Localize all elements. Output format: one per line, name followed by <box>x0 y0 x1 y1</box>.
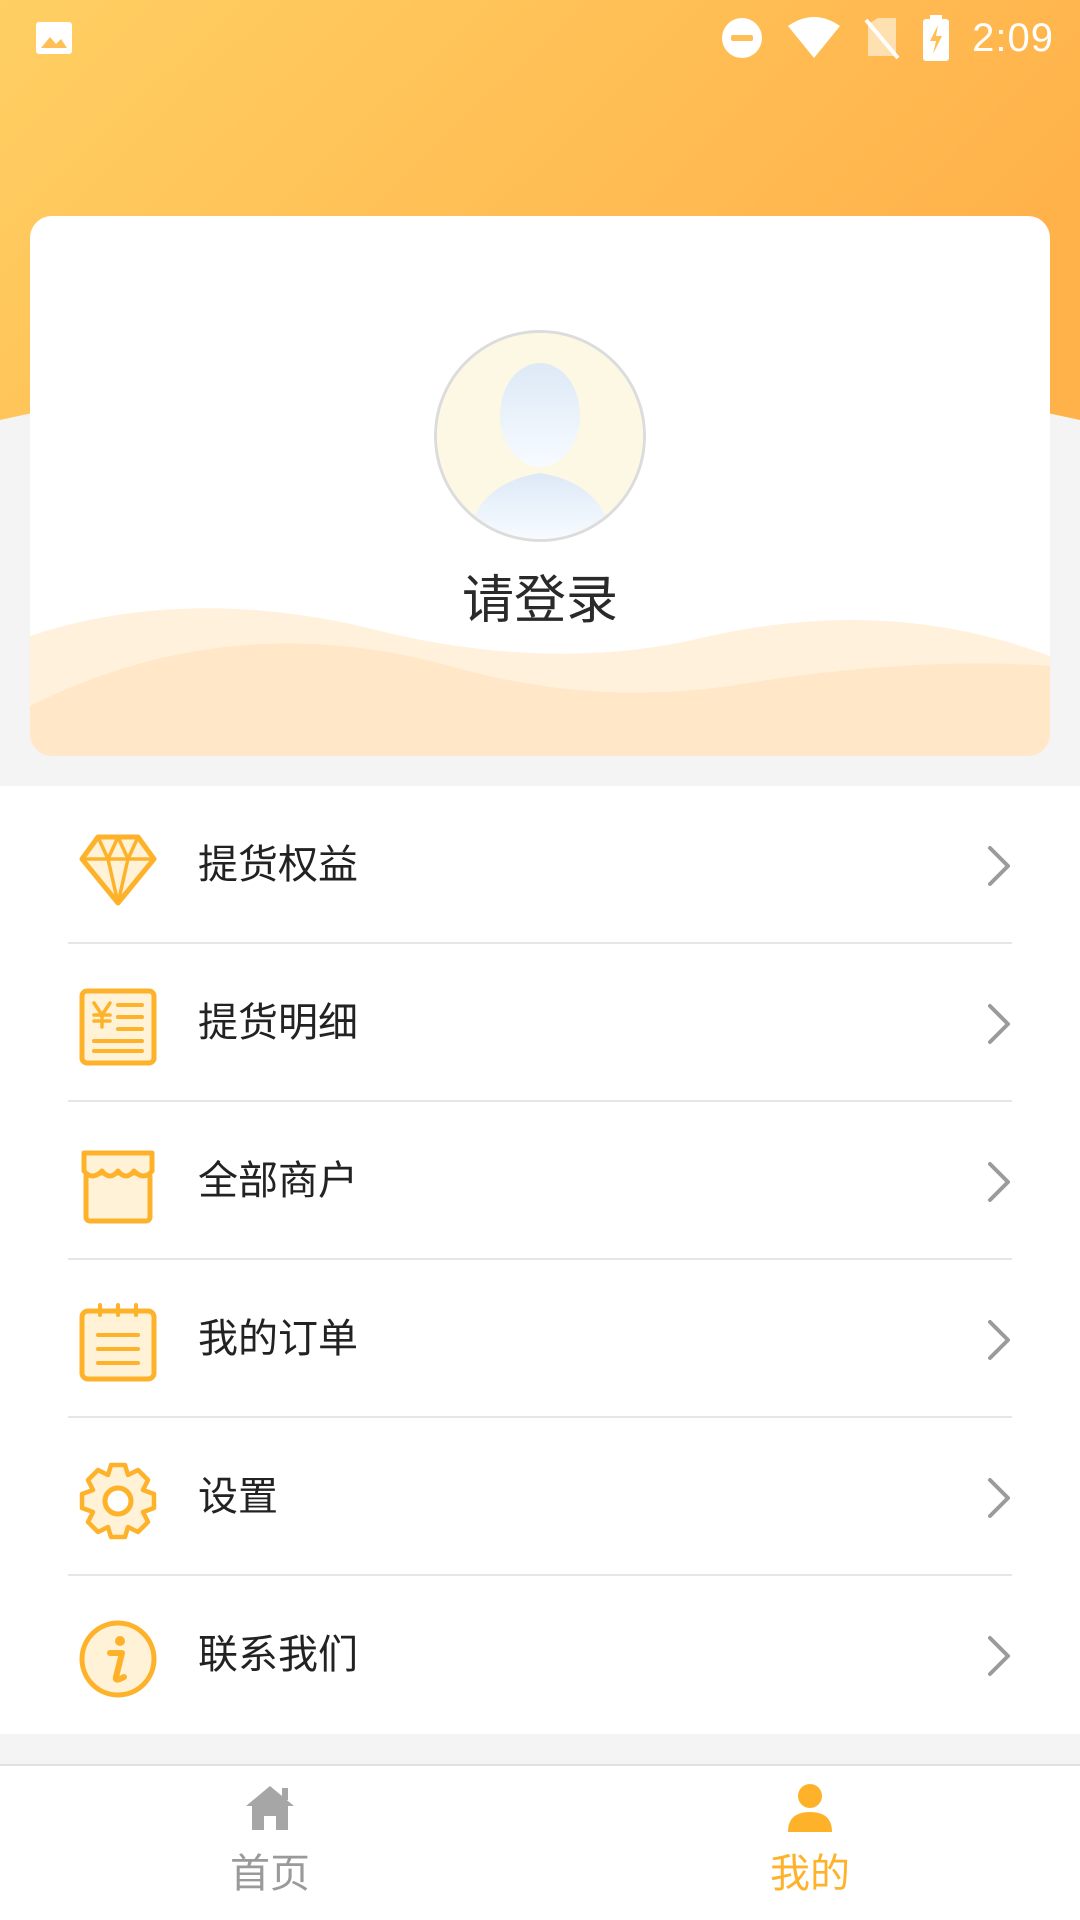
status-icons: 2:09 <box>720 10 1054 66</box>
chevron-right-icon <box>988 1636 1010 1676</box>
chevron-right-icon <box>988 1004 1010 1044</box>
menu-item-settings[interactable]: 设置 <box>0 1418 1080 1576</box>
chevron-right-icon <box>988 1162 1010 1202</box>
profile-screen: 2:09 请登录 提货权益 提货明细 全部商户 我的订单 设置 联系我们 首页 … <box>0 0 1080 1920</box>
do-not-disturb-icon <box>722 18 763 58</box>
user-icon <box>788 1784 832 1832</box>
menu-item-label: 提货权益 <box>198 842 358 888</box>
default-avatar-icon <box>437 333 643 539</box>
menu-item-label: 提货明细 <box>198 1000 358 1046</box>
menu-item-benefits[interactable]: 提货权益 <box>0 786 1080 944</box>
menu-item-label: 设置 <box>198 1474 278 1520</box>
no-sim-icon <box>864 18 900 60</box>
menu-item-pickup-details[interactable]: 提货明细 <box>0 944 1080 1102</box>
avatar[interactable] <box>434 330 646 542</box>
order-list-icon <box>79 1303 157 1382</box>
chevron-right-icon <box>988 1320 1010 1360</box>
menu-list: 提货权益 提货明细 全部商户 我的订单 设置 联系我们 <box>0 786 1080 1734</box>
menu-item-contact-us[interactable]: 联系我们 <box>0 1576 1080 1734</box>
menu-item-label: 全部商户 <box>198 1158 358 1204</box>
diamond-icon <box>79 834 157 906</box>
nav-label: 我的 <box>770 1851 850 1897</box>
menu-item-label: 联系我们 <box>198 1632 358 1678</box>
status-time: 2:09 <box>972 15 1054 60</box>
nav-label: 首页 <box>230 1851 310 1897</box>
image-notification-icon <box>36 22 72 54</box>
menu-item-my-orders[interactable]: 我的订单 <box>0 1260 1080 1418</box>
yen-receipt-icon <box>79 988 157 1066</box>
store-icon <box>81 1150 155 1224</box>
home-icon <box>246 1786 294 1830</box>
chevron-right-icon <box>988 846 1010 886</box>
chevron-right-icon <box>988 1478 1010 1518</box>
gear-icon <box>79 1462 157 1540</box>
wifi-icon <box>788 17 841 58</box>
menu-item-label: 我的订单 <box>198 1316 358 1362</box>
menu-item-all-merchants[interactable]: 全部商户 <box>0 1102 1080 1260</box>
bottom-nav: 首页 我的 <box>0 1764 1080 1920</box>
battery-charging-icon <box>923 15 950 61</box>
status-bar: 2:09 <box>0 0 1080 76</box>
profile-card[interactable]: 请登录 <box>30 216 1050 756</box>
info-icon <box>79 1620 157 1698</box>
nav-item-home[interactable]: 首页 <box>0 1766 540 1920</box>
nav-item-mine[interactable]: 我的 <box>540 1766 1080 1920</box>
login-prompt[interactable]: 请登录 <box>30 566 1050 636</box>
